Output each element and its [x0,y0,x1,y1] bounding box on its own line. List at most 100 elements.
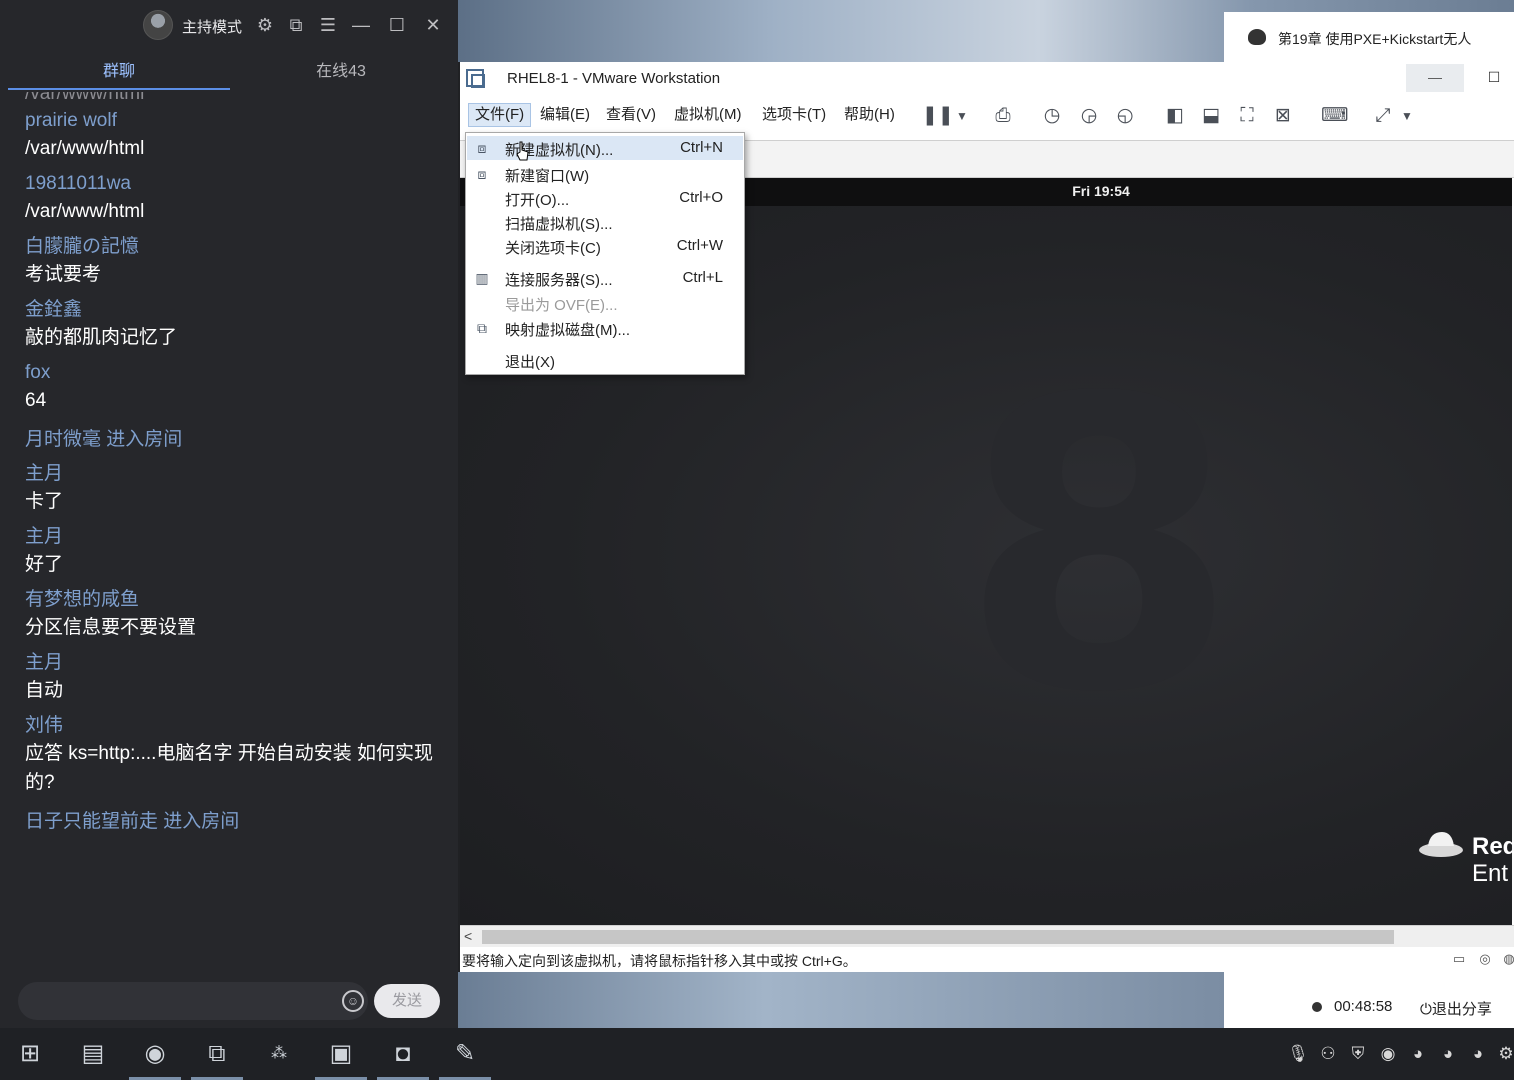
console-icon[interactable]: ⌨ [1321,104,1348,128]
microphone-icon[interactable]: 🎙 [1286,1042,1310,1066]
chat-panel: 主持模式 ⚙ ⧉ ☰ — ☐ ✕ 群聊 在线43 /var/www/html p… [0,0,458,1028]
minimize-icon[interactable]: — [350,14,372,36]
send-button[interactable]: 发送 [374,984,440,1018]
sender-name[interactable]: 刘伟 [25,713,458,739]
sender-name[interactable]: 白朦朧の記憶 [25,234,458,260]
pause-icon[interactable]: ❚❚ [922,104,954,128]
menu-item-label: 打开(O)... [505,192,570,209]
file-menu-item[interactable]: 退出(X) [467,348,743,372]
chevron-down-icon[interactable]: ▼ [1395,104,1419,128]
file-menu-item[interactable]: ⧉ 映射虚拟磁盘(M)... [467,316,743,340]
screen-capture-icon[interactable]: ▣ [311,1028,371,1080]
unity-icon[interactable]: ⊠ [1271,104,1295,128]
snapshot-icon[interactable]: ◷ [1040,104,1064,128]
file-menu-item[interactable]: 扫描虚拟机(S)... [467,210,743,234]
sender-name[interactable]: 有梦想的咸鱼 [25,587,458,613]
menu-vm[interactable]: 虚拟机(M) [674,106,742,128]
menu-item-shortcut: Ctrl+N [680,139,723,156]
stretch-icon[interactable]: ⤢ [1371,104,1395,128]
redhat-brand-text-2: Ent [1472,860,1509,887]
fullscreen-icon[interactable]: ⛶ [1235,104,1259,128]
system-message: 月时微毫 进入房间 [25,429,183,450]
settings-icon[interactable]: ⚙ [254,14,276,36]
minimize-button[interactable]: — [1406,64,1464,92]
chat-message: 刘伟 应答 ks=http:....电脑名字 开始自动安装 如何实现的? [25,713,458,797]
send-ctrl-alt-del-icon[interactable]: ⎙ [991,104,1015,128]
maximize-button[interactable]: ☐ [1486,70,1502,86]
sidebar-toggle-icon[interactable]: ◧ [1163,104,1187,128]
scroll-thumb[interactable] [482,930,1394,944]
lesson-window-tab[interactable]: 第19章 使用PXE+Kickstart无人 [1224,12,1514,62]
sender-name[interactable]: 主月 [25,461,458,487]
taskbar: ⊞ ▤ ◉ ⧉ ⁂ ▣ ◘ ✎ 🎙 ⚇ ⛨ ◉ ◕ ◕ ◕ ⚙ [0,1028,1514,1080]
avatar[interactable] [143,10,173,40]
message-text: 卡了 [25,491,64,512]
menu-item-label: 新建窗口(W) [505,168,590,185]
new-vm-icon: ⧈ [477,140,487,156]
status-message: 要将输入定向到该虚拟机，请将鼠标指针移入其中或按 Ctrl+G。 [462,953,857,969]
exit-share-button[interactable]: ⏻退出分享 [1420,998,1492,1019]
qq-icon[interactable]: ◕ [1406,1042,1430,1066]
chat-message: 主月 卡了 [25,461,458,516]
message-text: 好了 [25,554,64,575]
tab-group-chat[interactable]: 群聊 [8,52,230,92]
settings-tray-icon[interactable]: ⚙ [1494,1042,1514,1066]
menu-item-label: 退出(X) [505,354,555,371]
sender-name[interactable]: 19811011wa [25,171,458,197]
scroll-left-icon[interactable]: < [464,928,472,944]
pen-tool-icon[interactable]: ✎ [435,1028,495,1080]
maximize-icon[interactable]: ☐ [386,14,408,36]
server-icon: ▥ [475,270,489,286]
network-icon[interactable]: ◍ [1500,951,1514,967]
chevron-down-icon[interactable]: ▼ [950,104,974,128]
horizontal-scrollbar[interactable]: < [460,925,1514,947]
emoji-icon[interactable]: ☺ [342,990,364,1012]
message-text-partial: /var/www/html [25,92,458,100]
rhel-version-watermark: 8 [960,315,1239,780]
app-icon[interactable]: ⁂ [249,1028,309,1080]
sender-name[interactable]: 金銓鑫 [25,297,458,323]
file-menu-item[interactable]: ▥ 连接服务器(S)... Ctrl+L [467,266,743,290]
app-icon [1248,29,1266,45]
file-menu-item[interactable]: 打开(O)... Ctrl+O [467,186,743,210]
tab-online[interactable]: 在线43 [230,52,452,92]
tray-app-icon-2[interactable]: ◉ [1376,1042,1400,1066]
vmware-taskbar-icon[interactable]: ⧉ [187,1028,247,1080]
file-menu-item[interactable]: ⧈ 新建虚拟机(N)... Ctrl+N [467,136,743,160]
qq-icon-2[interactable]: ◕ [1436,1042,1460,1066]
message-text: /var/www/html [25,138,145,159]
sender-name[interactable]: 主月 [25,650,458,676]
host-mode-label: 主持模式 [182,19,243,36]
shield-icon[interactable]: ⛨ [1346,1042,1370,1066]
qq-icon-3[interactable]: ◕ [1466,1042,1490,1066]
hdd-icon[interactable]: ▭ [1450,951,1468,967]
classroom-app-icon[interactable]: ◘ [373,1028,433,1080]
menu-view[interactable]: 查看(V) [606,106,656,128]
revert-snapshot-icon[interactable]: ◶ [1077,104,1101,128]
menu-file[interactable]: 文件(F) [468,103,532,127]
menu-tabs[interactable]: 选项卡(T) [762,106,826,128]
mouse-pointer-icon [516,141,529,161]
close-icon[interactable]: ✕ [422,14,444,36]
start-icon[interactable]: ⊞ [0,1028,60,1080]
snapshot-manager-icon[interactable]: ◵ [1113,104,1137,128]
browser-icon[interactable]: ◉ [125,1028,185,1080]
sender-name[interactable]: fox [25,360,458,386]
tray-app-icon[interactable]: ⚇ [1316,1042,1340,1066]
chat-message-list[interactable]: /var/www/html prairie wolf/var/www/html 1… [0,92,458,972]
menu-help[interactable]: 帮助(H) [844,106,895,128]
lesson-title: 第19章 使用PXE+Kickstart无人 [1278,31,1472,47]
chat-message: 主月 好了 [25,524,458,579]
cd-icon[interactable]: ◎ [1476,951,1494,967]
menu-icon[interactable]: ☰ [317,14,339,36]
sender-name[interactable]: prairie wolf [25,108,458,134]
menu-edit[interactable]: 编辑(E) [540,106,590,128]
message-text: 考试要考 [25,264,102,285]
file-menu-item[interactable]: 关闭选项卡(C) Ctrl+W [467,234,743,258]
sender-name[interactable]: 主月 [25,524,458,550]
file-explorer-icon[interactable]: ▤ [63,1028,123,1080]
chat-input[interactable] [18,982,368,1020]
popout-icon[interactable]: ⧉ [285,14,307,36]
thumbnail-bar-icon[interactable]: ⬓ [1199,104,1223,128]
file-menu-item[interactable]: ⧈ 新建窗口(W) [467,162,743,186]
